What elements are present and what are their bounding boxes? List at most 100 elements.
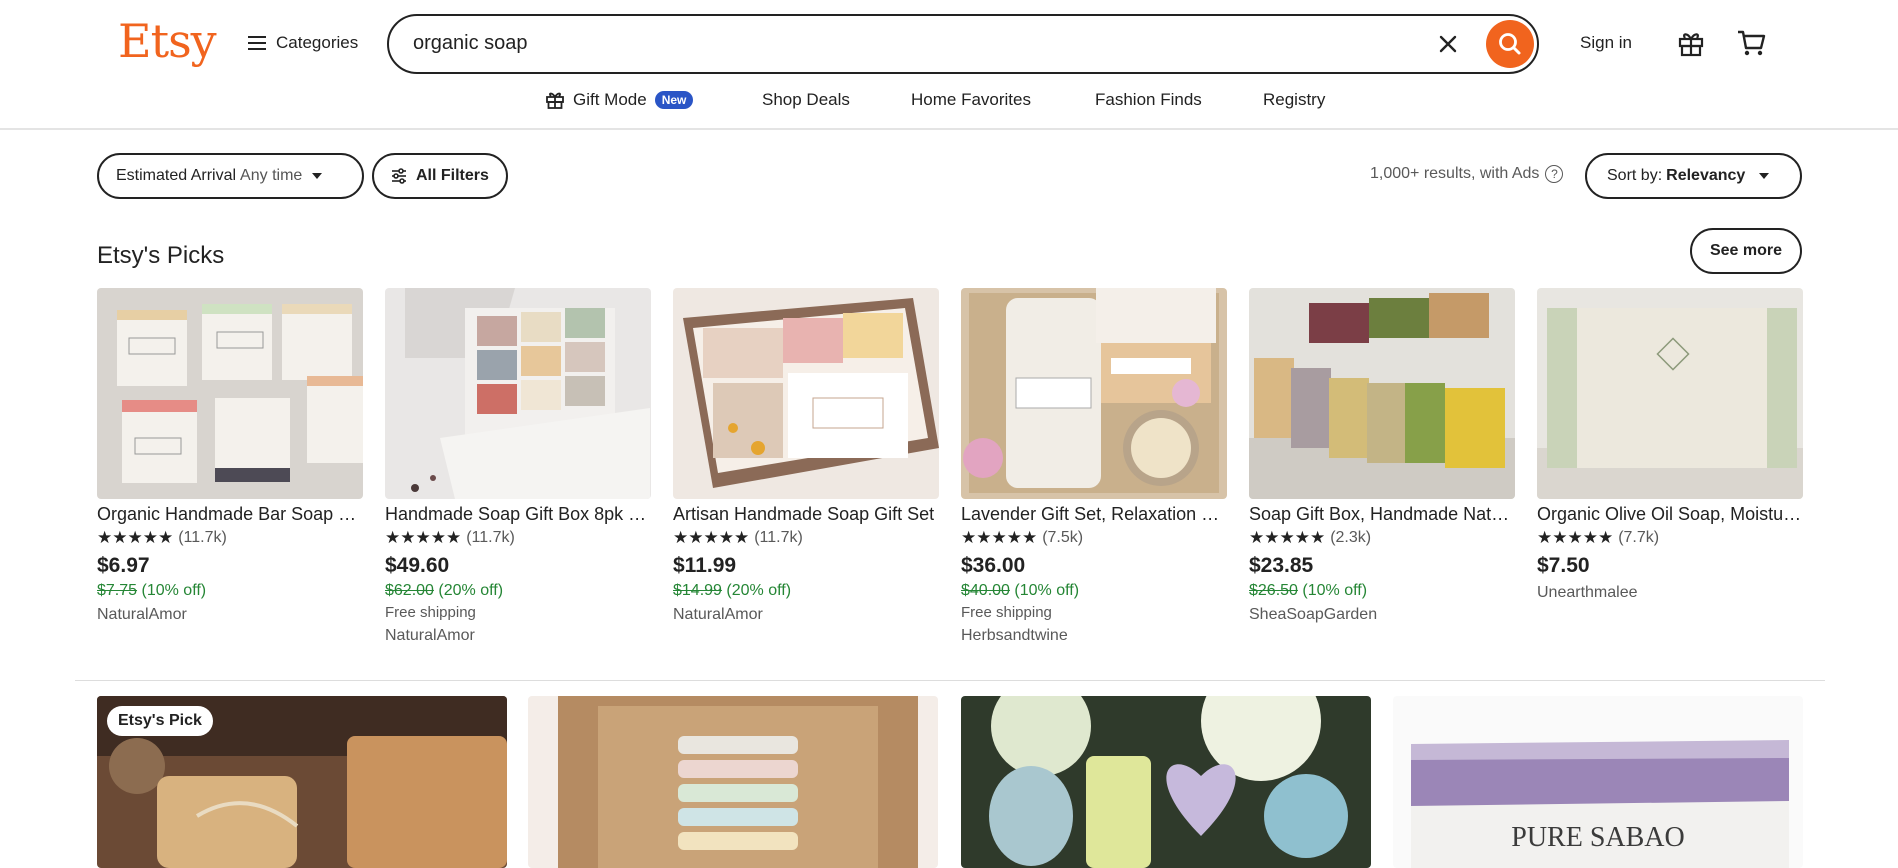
estimated-arrival-filter[interactable]: Estimated Arrival Any time [97,153,364,199]
product-card[interactable]: Soap Gift Box, Handmade Natural Soap ★★★… [1249,288,1515,624]
product-card[interactable]: Organic Olive Oil Soap, Moisturizing ★★★… [1537,288,1803,602]
product-rating: ★★★★★ (11.7k) [673,528,939,548]
sort-dropdown[interactable]: Sort by: Relevancy [1585,153,1802,199]
product-price: $49.60 [385,554,450,577]
gift-icon[interactable] [1676,28,1706,58]
new-badge: New [654,91,694,109]
star-rating-icon: ★★★★★ [673,528,750,547]
sign-in-link[interactable]: Sign in [1580,33,1632,53]
etsy-logo[interactable]: Etsy [118,14,217,68]
discount-line: $7.75 (10% off) [97,582,363,600]
original-price: $26.50 [1249,582,1298,599]
help-icon[interactable]: ? [1545,165,1564,183]
product-price: $36.00 [961,554,1026,577]
site-header: Etsy Categories organic soap Sign in Gif… [0,0,1898,130]
product-title[interactable]: Handmade Soap Gift Box 8pk Organic [385,504,651,525]
caret-down-icon [1759,173,1770,179]
product-title[interactable]: Lavender Gift Set, Relaxation Box [961,504,1227,525]
listing-image[interactable]: PURE SABAO [1393,696,1803,868]
all-filters-label: All Filters [416,167,489,184]
product-title[interactable]: Organic Handmade Bar Soap Gift Set [97,504,363,525]
shop-name[interactable]: NaturalAmor [97,606,363,624]
shop-name[interactable]: Unearthmalee [1537,584,1803,602]
sort-value: Relevancy [1666,167,1746,184]
star-rating-icon: ★★★★★ [385,528,462,547]
discount-percent: (10% off) [1014,582,1080,599]
shop-name[interactable]: NaturalAmor [385,627,651,645]
arrival-value: Any time [240,167,303,184]
product-rating: ★★★★★ (2.3k) [1249,528,1515,548]
results-count: 1,000+ results, with Ads ? [1370,165,1564,183]
hamburger-icon [248,36,266,50]
product-image[interactable] [961,288,1227,499]
product-rating: ★★★★★ (7.5k) [961,528,1227,548]
shop-deals-link[interactable]: Shop Deals [762,90,850,110]
listing-image[interactable] [528,696,938,868]
product-card[interactable]: Lavender Gift Set, Relaxation Box ★★★★★ … [961,288,1227,645]
discount-line: $14.99 (20% off) [673,582,939,600]
product-card[interactable]: Organic Handmade Bar Soap Gift Set ★★★★★… [97,288,363,624]
discount-line: $40.00 (10% off) [961,582,1227,600]
product-image[interactable] [673,288,939,499]
product-card[interactable]: Handmade Soap Gift Box 8pk Organic ★★★★★… [385,288,651,645]
close-icon[interactable] [1437,33,1459,55]
search-input[interactable]: organic soap [413,32,528,55]
search-icon [1499,33,1521,55]
search-button[interactable] [1486,20,1534,68]
product-image[interactable] [1249,288,1515,499]
brand-label: PURE SABAO [1511,822,1684,853]
product-title[interactable]: Artisan Handmade Soap Gift Set [673,504,939,525]
review-count: (11.7k) [466,529,515,546]
shop-name[interactable]: Herbsandtwine [961,627,1227,645]
product-price: $6.97 [97,554,150,577]
fashion-finds-link[interactable]: Fashion Finds [1095,90,1202,110]
product-image[interactable] [97,288,363,499]
review-count: (11.7k) [178,529,227,546]
product-rating: ★★★★★ (11.7k) [97,528,363,548]
product-rating: ★★★★★ (7.7k) [1537,528,1803,548]
sub-navigation: Gift Mode New Shop Deals Home Favorites … [0,88,1898,116]
product-card[interactable]: Artisan Handmade Soap Gift Set ★★★★★ (11… [673,288,939,624]
review-count: (11.7k) [754,529,803,546]
cart-icon[interactable] [1736,28,1766,58]
etsys-pick-badge: Etsy's Pick [107,706,213,736]
original-price: $62.00 [385,582,434,599]
review-count: (7.5k) [1042,529,1084,546]
original-price: $14.99 [673,582,722,599]
free-shipping: Free shipping [385,604,476,621]
original-price: $7.75 [97,582,138,599]
listing-image[interactable] [961,696,1371,868]
star-rating-icon: ★★★★★ [97,528,174,547]
section-title: Etsy's Picks [97,242,225,269]
gift-mode-link[interactable]: Gift Mode New [545,90,694,110]
arrival-label: Estimated Arrival [116,167,237,184]
categories-label: Categories [276,33,359,52]
product-price: $23.85 [1249,554,1314,577]
product-rating: ★★★★★ (11.7k) [385,528,651,548]
all-filters-button[interactable]: All Filters [372,153,508,199]
product-title[interactable]: Soap Gift Box, Handmade Natural Soap [1249,504,1515,525]
home-favorites-link[interactable]: Home Favorites [911,90,1031,110]
product-title[interactable]: Organic Olive Oil Soap, Moisturizing [1537,504,1803,525]
listing-image[interactable]: Etsy's Pick [97,696,507,868]
review-count: (7.7k) [1618,529,1660,546]
search-bar[interactable]: organic soap [387,14,1539,74]
original-price: $40.00 [961,582,1010,599]
discount-percent: (20% off) [438,582,504,599]
shop-name[interactable]: NaturalAmor [673,606,939,624]
gift-mode-label: Gift Mode [573,90,647,109]
shop-name[interactable]: SheaSoapGarden [1249,606,1515,624]
gift-icon [546,92,564,109]
product-price: $11.99 [673,554,737,577]
sort-prefix: Sort by: [1607,167,1663,184]
categories-button[interactable]: Categories [248,28,358,58]
section-divider [75,680,1825,681]
registry-link[interactable]: Registry [1263,90,1325,110]
product-image[interactable] [385,288,651,499]
discount-line: $26.50 (10% off) [1249,582,1515,600]
see-more-button[interactable]: See more [1690,228,1802,274]
product-image[interactable] [1537,288,1803,499]
star-rating-icon: ★★★★★ [961,528,1038,547]
results-text: 1,000+ results, with Ads [1370,165,1540,182]
review-count: (2.3k) [1330,529,1372,546]
